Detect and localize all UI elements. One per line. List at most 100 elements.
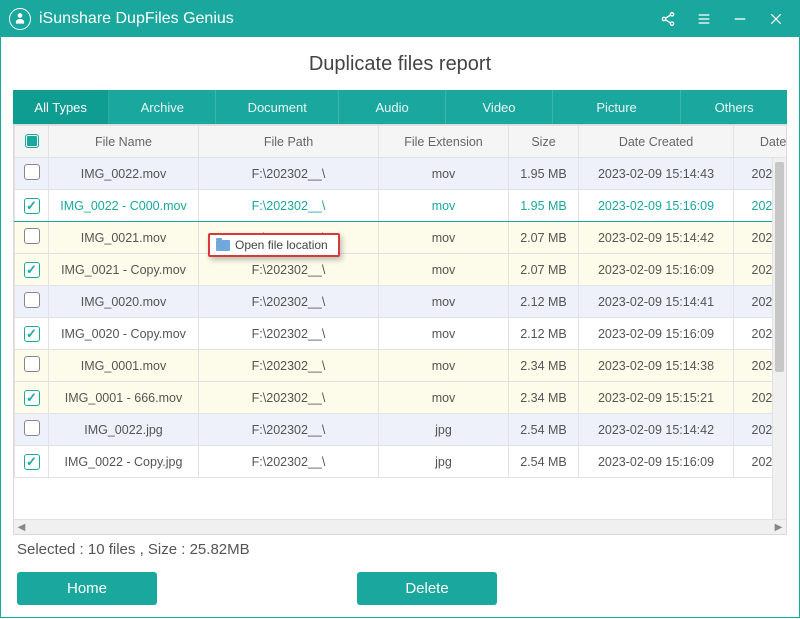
context-menu-open-location[interactable]: Open file location <box>208 233 340 257</box>
file-ext: mov <box>379 286 509 318</box>
tab-document[interactable]: Document <box>216 90 339 124</box>
row-checkbox[interactable] <box>24 356 40 372</box>
horizontal-scrollbar[interactable]: ◀ ▶ <box>14 519 786 534</box>
date-created: 2023-02-09 15:16:09 <box>579 254 734 286</box>
table-row[interactable]: IMG_0021 - Copy.movF:\202302__\mov2.07 M… <box>15 254 787 286</box>
file-ext: mov <box>379 190 509 222</box>
tab-video[interactable]: Video <box>446 90 553 124</box>
file-name: IMG_0022.mov <box>49 158 199 190</box>
file-ext: mov <box>379 350 509 382</box>
date-created: 2023-02-09 15:14:42 <box>579 414 734 446</box>
file-path: F:\202302__\ <box>199 382 379 414</box>
column-header-size[interactable]: Size <box>509 126 579 158</box>
results-table: File Name File Path File Extension Size … <box>14 125 786 478</box>
file-name: IMG_0001.mov <box>49 350 199 382</box>
date-created: 2023-02-09 15:16:09 <box>579 190 734 222</box>
tab-all-types[interactable]: All Types <box>13 90 109 124</box>
table-row[interactable]: IMG_0021.movF:\202302__\mov2.07 MB2023-0… <box>15 222 787 254</box>
tab-picture[interactable]: Picture <box>553 90 681 124</box>
column-header-modified[interactable]: Date Mo <box>734 126 787 158</box>
row-checkbox[interactable] <box>24 326 40 342</box>
file-name: IMG_0022 - C000.mov <box>49 190 199 222</box>
page-title: Duplicate files report <box>13 37 787 90</box>
file-ext: mov <box>379 382 509 414</box>
file-size: 2.07 MB <box>509 222 579 254</box>
table-row[interactable]: IMG_0001 - 666.movF:\202302__\mov2.34 MB… <box>15 382 787 414</box>
tab-others[interactable]: Others <box>681 90 787 124</box>
tab-archive[interactable]: Archive <box>109 90 216 124</box>
home-button[interactable]: Home <box>17 572 157 605</box>
results-table-scroll[interactable]: File Name File Path File Extension Size … <box>14 125 786 519</box>
column-header-name[interactable]: File Name <box>49 126 199 158</box>
selection-status: Selected : 10 files , Size : 25.82MB <box>13 535 787 562</box>
date-created: 2023-02-09 15:14:42 <box>579 222 734 254</box>
row-checkbox[interactable] <box>24 164 40 180</box>
results-table-container: File Name File Path File Extension Size … <box>13 124 787 535</box>
table-row[interactable]: IMG_0022.jpgF:\202302__\jpg2.54 MB2023-0… <box>15 414 787 446</box>
category-tabs: All TypesArchiveDocumentAudioVideoPictur… <box>13 90 787 124</box>
file-path: F:\202302__\ <box>199 414 379 446</box>
row-checkbox[interactable] <box>24 454 40 470</box>
file-path: F:\202302__\ <box>199 190 379 222</box>
row-checkbox[interactable] <box>24 262 40 278</box>
tab-audio[interactable]: Audio <box>339 90 446 124</box>
file-size: 2.07 MB <box>509 254 579 286</box>
file-name: IMG_0020.mov <box>49 286 199 318</box>
file-ext: jpg <box>379 446 509 478</box>
close-icon[interactable] <box>767 10 785 28</box>
file-path: F:\202302__\ <box>199 158 379 190</box>
file-name: IMG_0001 - 666.mov <box>49 382 199 414</box>
date-created: 2023-02-09 15:16:09 <box>579 446 734 478</box>
file-name: IMG_0020 - Copy.mov <box>49 318 199 350</box>
file-size: 2.54 MB <box>509 414 579 446</box>
date-created: 2023-02-09 15:14:41 <box>579 286 734 318</box>
file-name: IMG_0022.jpg <box>49 414 199 446</box>
file-size: 2.54 MB <box>509 446 579 478</box>
file-ext: mov <box>379 158 509 190</box>
file-ext: jpg <box>379 414 509 446</box>
table-row[interactable]: IMG_0020 - Copy.movF:\202302__\mov2.12 M… <box>15 318 787 350</box>
file-size: 2.12 MB <box>509 286 579 318</box>
minimize-icon[interactable] <box>731 10 749 28</box>
column-header-path[interactable]: File Path <box>199 126 379 158</box>
table-row[interactable]: IMG_0020.movF:\202302__\mov2.12 MB2023-0… <box>15 286 787 318</box>
column-header-select[interactable] <box>15 126 49 158</box>
table-row[interactable]: IMG_0022 - C000.movF:\202302__\mov1.95 M… <box>15 190 787 222</box>
file-path: F:\202302__\ <box>199 286 379 318</box>
file-size: 2.34 MB <box>509 350 579 382</box>
file-name: IMG_0021.mov <box>49 222 199 254</box>
row-checkbox[interactable] <box>24 420 40 436</box>
file-name: IMG_0022 - Copy.jpg <box>49 446 199 478</box>
file-path: F:\202302__\ <box>199 446 379 478</box>
titlebar: iSunshare DupFiles Genius <box>1 1 799 37</box>
date-created: 2023-02-09 15:16:09 <box>579 318 734 350</box>
scroll-right-icon[interactable]: ▶ <box>771 520 786 535</box>
row-checkbox[interactable] <box>24 228 40 244</box>
file-name: IMG_0021 - Copy.mov <box>49 254 199 286</box>
file-size: 1.95 MB <box>509 190 579 222</box>
scrollbar-thumb[interactable] <box>775 162 784 372</box>
delete-button[interactable]: Delete <box>357 572 497 605</box>
file-size: 1.95 MB <box>509 158 579 190</box>
vertical-scrollbar[interactable] <box>772 158 786 519</box>
column-header-created[interactable]: Date Created <box>579 126 734 158</box>
row-checkbox[interactable] <box>24 390 40 406</box>
table-row[interactable]: IMG_0001.movF:\202302__\mov2.34 MB2023-0… <box>15 350 787 382</box>
context-menu-label: Open file location <box>235 238 328 252</box>
row-checkbox[interactable] <box>24 292 40 308</box>
file-ext: mov <box>379 254 509 286</box>
file-ext: mov <box>379 222 509 254</box>
row-checkbox[interactable] <box>24 198 40 214</box>
share-icon[interactable] <box>659 10 677 28</box>
menu-icon[interactable] <box>695 10 713 28</box>
table-row[interactable]: IMG_0022 - Copy.jpgF:\202302__\jpg2.54 M… <box>15 446 787 478</box>
date-created: 2023-02-09 15:15:21 <box>579 382 734 414</box>
scroll-left-icon[interactable]: ◀ <box>14 520 29 535</box>
folder-icon <box>216 240 230 251</box>
app-logo-icon <box>9 8 31 30</box>
table-row[interactable]: IMG_0022.movF:\202302__\mov1.95 MB2023-0… <box>15 158 787 190</box>
file-ext: mov <box>379 318 509 350</box>
column-header-ext[interactable]: File Extension <box>379 126 509 158</box>
file-path: F:\202302__\ <box>199 350 379 382</box>
file-path: F:\202302__\ <box>199 254 379 286</box>
